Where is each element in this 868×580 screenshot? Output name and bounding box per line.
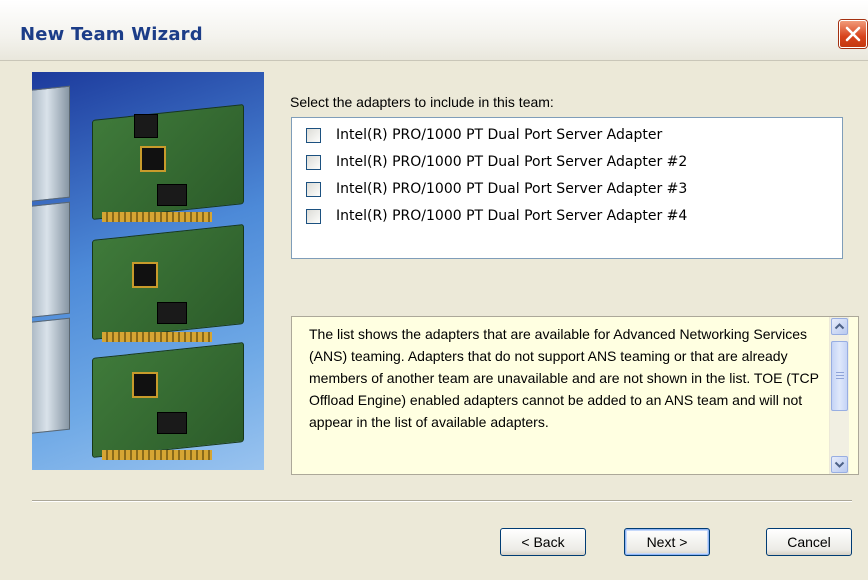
adapter-checkbox-4[interactable]: [306, 209, 321, 224]
close-button[interactable]: [839, 20, 867, 48]
chevron-down-icon: [834, 461, 845, 468]
close-icon: [845, 26, 861, 42]
next-button[interactable]: Next >: [624, 528, 710, 556]
scroll-down-button[interactable]: [831, 456, 848, 473]
adapter-checkbox-2[interactable]: [306, 155, 321, 170]
title-bar[interactable]: New Team Wizard: [0, 0, 868, 61]
adapter-checkbox-1[interactable]: [306, 128, 321, 143]
adapter-checkbox-3[interactable]: [306, 182, 321, 197]
info-panel: The list shows the adapters that are ava…: [291, 316, 859, 475]
chevron-up-icon: [834, 323, 845, 330]
adapter-label-2: Intel(R) PRO/1000 PT Dual Port Server Ad…: [336, 154, 688, 170]
cancel-button[interactable]: Cancel: [766, 528, 852, 556]
scroll-thumb[interactable]: [831, 341, 848, 411]
window-title: New Team Wizard: [20, 24, 203, 45]
network-adapter-illustration: [32, 72, 264, 470]
scroll-up-button[interactable]: [831, 318, 848, 335]
footer-divider: [32, 500, 852, 502]
back-button[interactable]: < Back: [500, 528, 586, 556]
adapter-label-4: Intel(R) PRO/1000 PT Dual Port Server Ad…: [336, 208, 688, 224]
info-scrollbar[interactable]: [829, 317, 849, 474]
info-text: The list shows the adapters that are ava…: [309, 326, 819, 430]
adapters-label: Select the adapters to include in this t…: [290, 94, 554, 110]
adapter-list[interactable]: Intel(R) PRO/1000 PT Dual Port Server Ad…: [291, 117, 843, 259]
wizard-window: New Team Wizard Select the adapters to i…: [0, 0, 868, 580]
adapter-label-1: Intel(R) PRO/1000 PT Dual Port Server Ad…: [336, 127, 663, 143]
adapter-label-3: Intel(R) PRO/1000 PT Dual Port Server Ad…: [336, 181, 688, 197]
